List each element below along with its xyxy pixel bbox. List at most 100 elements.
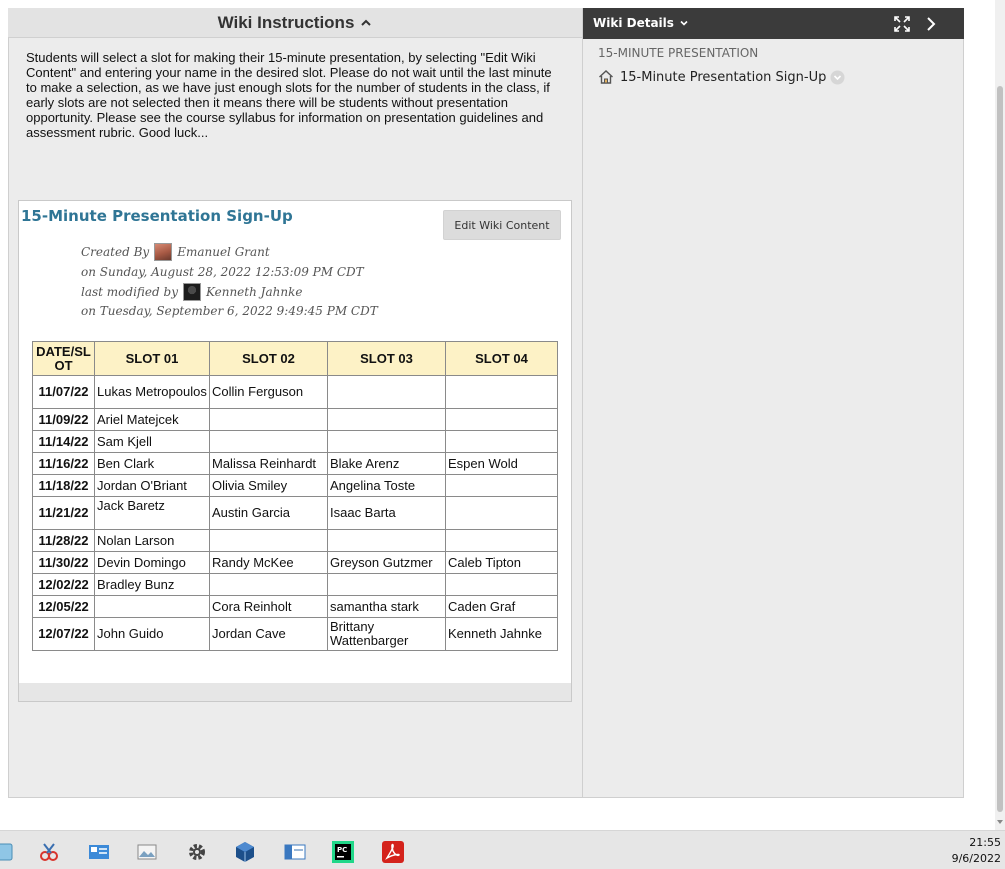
table-cell <box>445 474 558 497</box>
table-row: 11/28/22 Nolan Larson <box>32 529 558 552</box>
home-icon <box>599 70 613 84</box>
table-cell <box>445 529 558 552</box>
table-row: 11/09/22 Ariel Matejcek <box>32 408 558 431</box>
settings-gear-icon[interactable] <box>186 841 208 863</box>
table-cell: Sam Kjell <box>94 430 210 453</box>
expand-icon[interactable] <box>893 15 911 33</box>
created-by-label: Created By <box>81 245 150 259</box>
table-row: 11/30/22 Devin Domingo Randy McKee Greys… <box>32 551 558 574</box>
table-cell <box>94 595 210 618</box>
app-icon[interactable] <box>0 841 16 863</box>
snipping-tool-icon[interactable] <box>38 841 60 863</box>
table-cell: Espen Wold <box>445 452 558 475</box>
modifier-name: Kenneth Jahnke <box>205 285 303 299</box>
chevron-down-circle-icon[interactable] <box>830 70 845 85</box>
table-row: 11/16/22 Ben Clark Malissa Reinhardt Bla… <box>32 452 558 475</box>
table-row: 11/14/22 Sam Kjell <box>32 430 558 453</box>
table-cell: 11/14/22 <box>32 430 95 453</box>
virtualbox-icon[interactable] <box>234 841 256 863</box>
table-row: 12/02/22 Bradley Bunz <box>32 573 558 596</box>
wiki-details-toggle[interactable]: Wiki Details <box>593 16 689 30</box>
control-panel-icon[interactable] <box>88 841 110 863</box>
system-clock[interactable]: 21:55 9/6/2022 <box>952 835 1001 867</box>
table-cell: Jordan Cave <box>209 617 328 651</box>
section-label: 15-MINUTE PRESENTATION <box>598 46 759 60</box>
table-cell: Devin Domingo <box>94 551 210 574</box>
edit-wiki-content-button[interactable]: Edit Wiki Content <box>443 210 561 240</box>
table-cell <box>209 573 328 596</box>
wiki-details-title: Wiki Details <box>593 16 674 30</box>
acrobat-icon[interactable] <box>382 841 404 863</box>
table-cell: Lukas Metropoulos <box>94 375 210 409</box>
table-cell <box>209 430 328 453</box>
window-manager-icon[interactable] <box>284 841 306 863</box>
table-cell: Isaac Barta <box>327 496 446 530</box>
table-cell <box>327 430 446 453</box>
header-slot-03: SLOT 03 <box>327 341 446 376</box>
wiki-instructions-title: Wiki Instructions <box>217 12 355 32</box>
modified-by-label: last modified by <box>81 285 178 299</box>
table-cell: 11/28/22 <box>32 529 95 552</box>
wiki-page-link-label[interactable]: 15-Minute Presentation Sign-Up <box>620 70 826 85</box>
taskbar: PC 21:55 9/6/2022 <box>0 830 1005 869</box>
chevron-up-icon[interactable] <box>360 17 372 29</box>
table-cell: John Guido <box>94 617 210 651</box>
header-slot-04: SLOT 04 <box>445 341 558 376</box>
wiki-details-header: Wiki Details <box>583 8 964 39</box>
header-slot-01: SLOT 01 <box>94 341 210 376</box>
table-cell: Caden Graf <box>445 595 558 618</box>
wiki-page-footer <box>19 683 571 701</box>
column-divider <box>582 8 583 798</box>
pycharm-icon[interactable]: PC <box>332 841 354 863</box>
scroll-down-arrow-icon[interactable] <box>996 818 1004 826</box>
table-cell <box>445 375 558 409</box>
table-cell: Jordan O'Briant <box>94 474 210 497</box>
table-cell: 11/18/22 <box>32 474 95 497</box>
table-cell: Brittany Wattenbarger <box>327 617 446 651</box>
table-cell: 11/21/22 <box>32 496 95 530</box>
clock-date: 9/6/2022 <box>951 852 1001 865</box>
image-viewer-icon[interactable] <box>136 841 158 863</box>
table-cell: Olivia Smiley <box>209 474 328 497</box>
creator-name: Emanuel Grant <box>177 245 270 259</box>
table-cell: Ariel Matejcek <box>94 408 210 431</box>
table-cell: Randy McKee <box>209 551 328 574</box>
table-row: 11/07/22 Lukas Metropoulos Collin Fergus… <box>32 375 558 409</box>
table-cell: samantha stark <box>327 595 446 618</box>
created-by-line: Created By Emanuel Grant <box>81 243 270 261</box>
chevron-right-icon[interactable] <box>924 16 938 32</box>
table-cell <box>209 529 328 552</box>
table-row: 12/07/22 John Guido Jordan Cave Brittany… <box>32 617 558 651</box>
table-cell: Austin Garcia <box>209 496 328 530</box>
table-cell <box>327 573 446 596</box>
wiki-page-title: 15-Minute Presentation Sign-Up <box>21 207 293 225</box>
table-cell: Cora Reinholt <box>209 595 328 618</box>
signup-table: DATE/SL OT SLOT 01 SLOT 02 SLOT 03 SLOT … <box>32 341 558 651</box>
table-cell <box>327 529 446 552</box>
table-cell: Collin Ferguson <box>209 375 328 409</box>
avatar <box>182 283 201 301</box>
table-cell <box>327 375 446 409</box>
table-cell: 12/05/22 <box>32 595 95 618</box>
svg-text:PC: PC <box>337 846 347 854</box>
wiki-page-link[interactable]: 15-Minute Presentation Sign-Up <box>598 69 845 85</box>
wiki-instructions-header[interactable]: Wiki Instructions <box>8 8 582 38</box>
table-cell <box>445 408 558 431</box>
table-cell: 11/09/22 <box>32 408 95 431</box>
created-on-line: on Sunday, August 28, 2022 12:53:09 PM C… <box>81 265 364 279</box>
table-cell <box>445 430 558 453</box>
chevron-down-icon[interactable] <box>679 18 689 28</box>
table-cell: 12/07/22 <box>32 617 95 651</box>
table-cell: Blake Arenz <box>327 452 446 475</box>
table-cell <box>327 408 446 431</box>
table-cell <box>445 573 558 596</box>
header-date-slot: DATE/SL OT <box>32 341 95 376</box>
wiki-instructions-text: Students will select a slot for making t… <box>26 50 552 140</box>
table-cell: Caleb Tipton <box>445 551 558 574</box>
table-cell: Jack Baretz <box>94 496 210 530</box>
scrollbar-thumb[interactable] <box>997 86 1003 812</box>
table-cell: 12/02/22 <box>32 573 95 596</box>
modified-by-line: last modified by Kenneth Jahnke <box>81 283 302 301</box>
table-row: 12/05/22 Cora Reinholt samantha stark Ca… <box>32 595 558 618</box>
table-cell: Malissa Reinhardt <box>209 452 328 475</box>
